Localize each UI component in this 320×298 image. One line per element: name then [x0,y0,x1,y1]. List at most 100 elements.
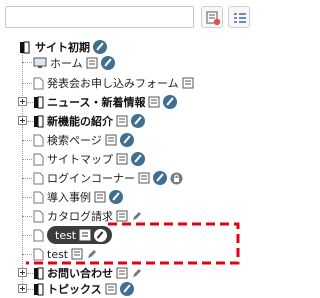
page-settings-icon [86,57,98,69]
tree-connector [22,178,32,179]
tree-item-login[interactable]: ログインコーナー [33,169,183,187]
tree-item-label: ニュース・新着情報 [47,96,146,109]
edit-button[interactable] [131,267,143,279]
pencil-icon [133,269,141,277]
page-settings-icon [148,96,160,108]
tree-item-label: 新機能の紹介 [47,115,113,128]
tree-item-label: test [47,247,69,261]
tree-connector [22,159,32,160]
page-settings-button[interactable] [105,134,117,146]
tree-item-test-selected[interactable]: test [33,226,113,244]
page-icon [33,172,44,184]
pencil-icon [100,56,115,70]
tree-item-label: 発表会お申し込みフォーム [47,77,179,90]
pencil-icon [153,171,167,185]
tree-connector [22,52,23,288]
tree-item-label: ホーム [50,57,83,70]
edit-button[interactable] [86,248,98,260]
page-settings-button[interactable] [116,267,128,279]
tree-item-label: ログインコーナー [47,172,135,185]
edit-button[interactable] [163,95,178,109]
expand-toggle[interactable] [18,97,27,106]
edit-button[interactable] [93,40,107,54]
edit-button[interactable] [119,282,134,296]
page-settings-icon [182,77,194,89]
page-settings-button[interactable] [116,210,128,222]
folder-icon [34,283,44,295]
page-icon [33,248,44,260]
page-settings-icon [116,153,128,165]
edit-button[interactable] [100,56,115,70]
tree-connector [22,216,32,217]
tree-item-form[interactable]: 発表会お申し込みフォーム [33,74,194,92]
edit-button[interactable] [119,133,134,147]
page-icon [33,191,44,203]
page-settings-button[interactable] [138,172,150,184]
edit-button[interactable] [131,210,143,222]
tree-connector [22,254,32,255]
lock-button[interactable] [170,172,183,185]
edit-button[interactable] [109,190,123,204]
page-icon [33,229,44,241]
pencil-icon [163,95,178,109]
folder-icon [34,96,44,108]
page-settings-button[interactable] [71,248,83,260]
lock-icon [170,172,183,184]
expand-toggle[interactable] [18,268,27,277]
pencil-icon [133,212,141,220]
tree-item-cases[interactable]: 導入事例 [33,188,123,206]
edit-button[interactable] [131,114,145,128]
tree-item-sitemap[interactable]: サイトマップ [33,150,145,168]
folder-icon [34,115,44,127]
page-settings-icon [94,191,106,203]
pencil-icon [109,190,123,204]
page-settings-button[interactable] [148,96,160,108]
page-settings-button[interactable] [79,229,91,241]
page-settings-icon [116,210,128,222]
edit-button[interactable] [153,171,167,185]
tree-item-label: 検索ページ [47,134,102,147]
tree-item-test[interactable]: test [33,245,98,263]
page-settings-button[interactable] [86,57,98,69]
tree-item-features[interactable]: 新機能の紹介 [33,112,145,130]
tree-item-label: お問い合わせ [47,267,113,280]
page-settings-icon [105,283,117,295]
tree-connector [22,140,32,141]
tree-connector [22,62,32,63]
expand-toggle[interactable] [18,284,27,293]
page-icon [33,134,44,146]
page-tree: サイト初期 ホーム 発表会お申し込みフォーム ニュース・新着情報 新機能の紹介 [0,0,255,296]
pencil-icon [94,228,108,242]
expand-toggle[interactable] [18,116,27,125]
page-icon [33,210,44,222]
tree-item-label: サイトマップ [47,153,113,166]
tree-item-home[interactable]: ホーム [33,54,115,72]
page-settings-button[interactable] [116,153,128,165]
page-settings-button[interactable] [94,191,106,203]
page-settings-icon [79,229,91,241]
pencil-icon [131,152,145,166]
pencil-icon [93,40,107,54]
pencil-icon [131,114,145,128]
selected-node[interactable]: test [47,226,113,244]
tree-item-news[interactable]: ニュース・新着情報 [33,93,178,111]
tree-item-label: カタログ請求 [47,210,113,223]
tree-item-search-page[interactable]: 検索ページ [33,131,134,149]
page-settings-icon [105,134,117,146]
page-settings-button[interactable] [105,283,117,295]
folder-icon [34,267,44,279]
edit-button[interactable] [131,152,145,166]
tree-item-label: トピックス [47,283,102,296]
page-settings-icon [138,172,150,184]
tree-item-topics[interactable]: トピックス [33,280,134,298]
page-settings-button[interactable] [116,115,128,127]
site-root-icon [20,41,30,54]
tree-item-label: 導入事例 [47,191,91,204]
tree-connector [22,235,32,236]
pencil-icon [119,282,134,296]
pencil-icon [88,250,97,258]
edit-button[interactable] [94,228,108,242]
tree-item-catalog[interactable]: カタログ請求 [33,207,143,225]
page-settings-button[interactable] [182,77,194,89]
pencil-icon [119,133,134,147]
